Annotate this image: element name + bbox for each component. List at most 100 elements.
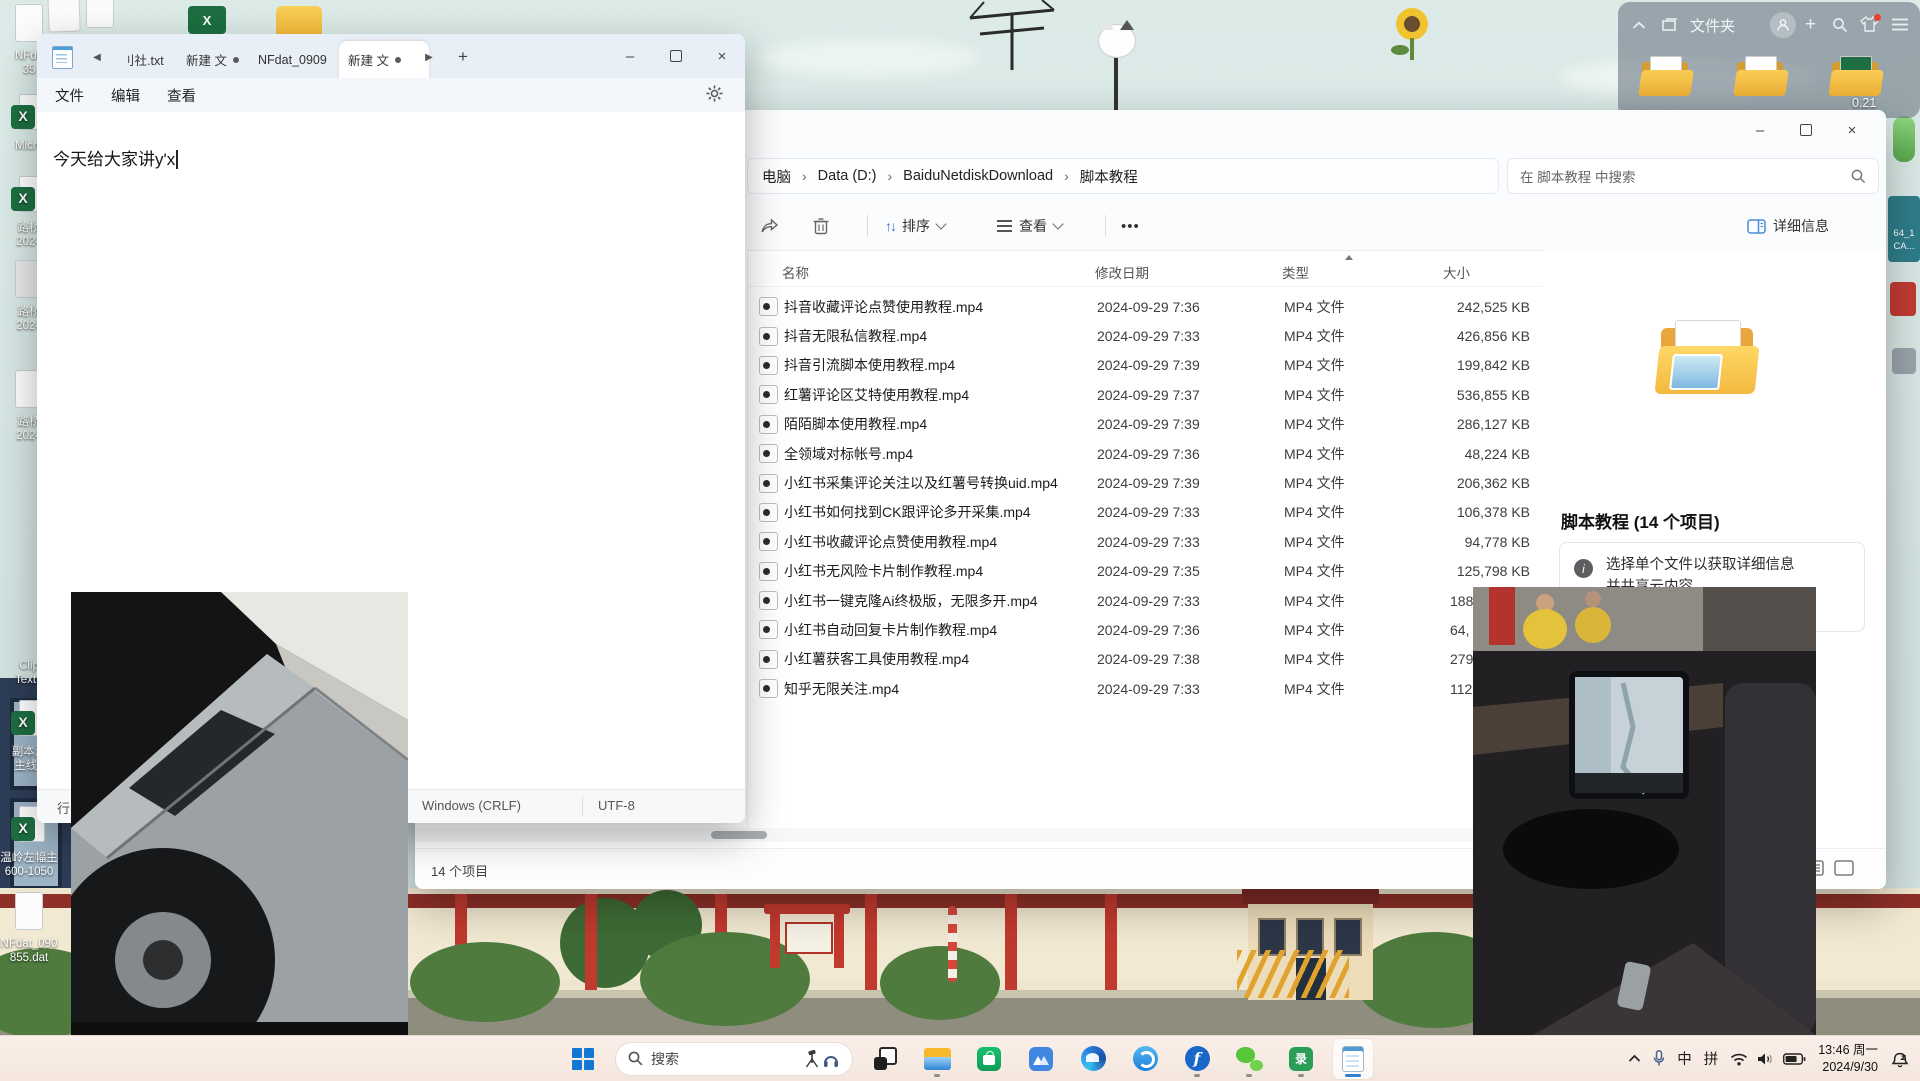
desktop-icon-sliver-green[interactable] — [1893, 116, 1915, 162]
search-input[interactable]: 在 脚本教程 中搜索 — [1520, 166, 1636, 186]
breadcrumb-item[interactable]: Data (D:) › — [818, 168, 904, 184]
column-header-type[interactable]: 类型 — [1282, 262, 1404, 282]
details-hint-line1: 选择单个文件以获取详细信息 — [1606, 554, 1795, 576]
desktop-folder-icon-partial[interactable] — [276, 6, 322, 34]
collapse-icon[interactable] — [1632, 21, 1646, 30]
widget-folder[interactable] — [1830, 54, 1882, 98]
file-name: 陌陌脚本使用教程.mp4 — [784, 414, 1097, 434]
horizontal-scrollbar[interactable] — [415, 828, 1543, 842]
file-row[interactable]: 小红书无风险卡片制作教程.mp4 2024-09-29 7:35 MP4 文件 … — [747, 557, 1543, 586]
line-ending[interactable]: Windows (CRLF) — [422, 798, 521, 813]
ime-layout[interactable]: 拼 — [1704, 1048, 1719, 1069]
minimize-button[interactable]: – — [607, 36, 653, 76]
taskbar-app-blue-m[interactable] — [1021, 1039, 1061, 1079]
breadcrumb-label[interactable]: BaiduNetdiskDownload — [903, 168, 1053, 184]
file-row[interactable]: 抖音无限私信教程.mp4 2024-09-29 7:33 MP4 文件 426,… — [747, 321, 1543, 350]
desktop-icon-sliver-red[interactable] — [1890, 282, 1916, 316]
breadcrumb-item[interactable]: 脚本教程 › — [1080, 166, 1138, 187]
minimize-button[interactable]: – — [1737, 110, 1783, 150]
details-toggle-button[interactable]: 详细信息 — [1747, 211, 1829, 241]
search-icon[interactable] — [1832, 17, 1848, 33]
taskbar-app-store[interactable] — [969, 1039, 1009, 1079]
ime-language[interactable]: 中 — [1677, 1048, 1692, 1069]
widget-folder[interactable] — [1735, 54, 1787, 98]
sort-button[interactable]: ↑↓ 排序 — [885, 211, 945, 241]
desktop-doc-icon-partial[interactable] — [47, 0, 80, 33]
taskbar-app-notepad[interactable] — [1333, 1039, 1373, 1079]
taskbar-search[interactable]: 搜索 — [615, 1042, 853, 1076]
desktop-doc-icon-partial[interactable] — [86, 0, 114, 28]
file-row[interactable]: 陌陌脚本使用教程.mp4 2024-09-29 7:39 MP4 文件 286,… — [747, 410, 1543, 439]
breadcrumb-label[interactable]: Data (D:) — [818, 168, 877, 184]
file-row[interactable]: 小红薯获客工具使用教程.mp4 2024-09-29 7:38 MP4 文件 2… — [747, 645, 1543, 674]
desktop-icon-sliver-gray[interactable] — [1892, 348, 1916, 374]
file-row[interactable]: 红薯评论区艾特使用教程.mp4 2024-09-29 7:37 MP4 文件 5… — [747, 380, 1543, 409]
search-icon[interactable] — [1851, 169, 1866, 184]
desktop-icon-nfdat-090[interactable]: NFdat_090 855.dat — [0, 892, 68, 966]
scrollbar-thumb[interactable] — [711, 831, 767, 839]
column-header-modified[interactable]: 修改日期 — [1095, 262, 1282, 282]
notepad-tab[interactable]: 新建 文 — [339, 41, 429, 78]
menu-icon[interactable] — [1892, 18, 1908, 31]
menu-item[interactable]: 查看 — [167, 85, 196, 106]
file-row[interactable]: 小红书如何找到CK跟评论多开采集.mp4 2024-09-29 7:33 MP4… — [747, 498, 1543, 527]
file-row[interactable]: 小红书收藏评论点赞使用教程.mp4 2024-09-29 7:33 MP4 文件… — [747, 527, 1543, 556]
thumbnail-view-toggle-icon[interactable] — [1834, 860, 1854, 876]
share-button[interactable] — [760, 211, 779, 241]
taskbar-app-recorder[interactable]: 录 — [1281, 1039, 1321, 1079]
file-row[interactable]: 全领域对标帐号.mp4 2024-09-29 7:36 MP4 文件 48,22… — [747, 439, 1543, 468]
new-tab-button[interactable]: + — [451, 46, 475, 68]
start-button[interactable] — [563, 1039, 603, 1079]
file-row[interactable]: 抖音收藏评论点赞使用教程.mp4 2024-09-29 7:36 MP4 文件 … — [747, 292, 1543, 321]
taskbar-app-edge[interactable] — [1073, 1039, 1113, 1079]
tab-scroll-left-icon[interactable]: ◀ — [85, 46, 109, 68]
menu-item[interactable]: 文件 — [55, 85, 84, 106]
file-size: 94,778 KB — [1406, 534, 1530, 550]
file-row[interactable]: 小红书一键克隆Ai终极版，无限多开.mp4 2024-09-29 7:33 MP… — [747, 586, 1543, 615]
delete-button[interactable] — [813, 211, 829, 241]
taskbar-app-wechat[interactable] — [1229, 1039, 1269, 1079]
add-icon[interactable]: + — [1805, 15, 1816, 35]
close-button[interactable]: × — [699, 36, 745, 76]
explorer-search[interactable]: 在 脚本教程 中搜索 — [1507, 158, 1879, 194]
breadcrumb-item[interactable]: 电脑 › — [762, 166, 818, 187]
menu-item[interactable]: 编辑 — [111, 85, 140, 106]
file-row[interactable]: 小红书自动回复卡片制作教程.mp4 2024-09-29 7:36 MP4 文件… — [747, 615, 1543, 644]
taskbar-app-blue-swirl[interactable] — [1125, 1039, 1165, 1079]
close-button[interactable]: × — [1829, 110, 1875, 150]
microphone-icon[interactable] — [1653, 1050, 1665, 1067]
window-icon[interactable] — [1662, 18, 1678, 32]
breadcrumb-label[interactable]: 电脑 — [762, 166, 791, 187]
taskbar-app-task-view[interactable] — [865, 1039, 905, 1079]
accordion-gate — [1237, 950, 1349, 998]
column-header-name[interactable]: 名称 — [782, 262, 1095, 282]
file-row[interactable]: 小红书采集评论关注以及红薯号转换uid.mp4 2024-09-29 7:39 … — [747, 468, 1543, 497]
account-icon[interactable] — [1770, 12, 1796, 38]
view-button[interactable]: 查看 — [997, 211, 1062, 241]
taskbar-app-file-explorer[interactable] — [917, 1039, 957, 1079]
desktop-excel-icon-partial[interactable] — [188, 6, 226, 34]
notification-bell-icon[interactable] — [1890, 1050, 1910, 1068]
tab-scroll-right-icon[interactable]: ▶ — [417, 46, 441, 68]
maximize-button[interactable] — [653, 36, 699, 76]
maximize-button[interactable] — [1783, 110, 1829, 150]
video-overlay-cybertruck-interior[interactable] — [1473, 587, 1816, 1035]
theme-shirt-icon[interactable] — [1860, 16, 1879, 37]
taskbar-app-f-app[interactable]: f — [1177, 1039, 1217, 1079]
desktop-icon-sliver-teal[interactable]: 64_1 CA... — [1888, 196, 1920, 262]
encoding[interactable]: UTF-8 — [598, 798, 635, 813]
breadcrumb-item[interactable]: BaiduNetdiskDownload › — [903, 168, 1080, 184]
tray-clock[interactable]: 13:46 周一 2024/9/30 — [1818, 1042, 1878, 1075]
column-header-size[interactable]: 大小 — [1404, 262, 1528, 282]
settings-gear-icon[interactable] — [706, 85, 723, 102]
notepad-tab[interactable]: NFdat_0909 — [249, 41, 353, 78]
video-overlay-cybertruck-exterior[interactable] — [71, 592, 408, 1035]
widget-folder[interactable] — [1640, 54, 1692, 98]
file-row[interactable]: 抖音引流脚本使用教程.mp4 2024-09-29 7:39 MP4 文件 19… — [747, 351, 1543, 380]
file-row[interactable]: 知乎无限关注.mp4 2024-09-29 7:33 MP4 文件 112, — [747, 674, 1543, 703]
tray-expand-chevron-icon[interactable] — [1628, 1054, 1641, 1063]
more-button[interactable]: ••• — [1121, 211, 1140, 241]
tray-network-volume-battery[interactable] — [1730, 1052, 1806, 1066]
file-type: MP4 文件 — [1284, 561, 1406, 581]
breadcrumb-label[interactable]: 脚本教程 — [1080, 166, 1138, 187]
